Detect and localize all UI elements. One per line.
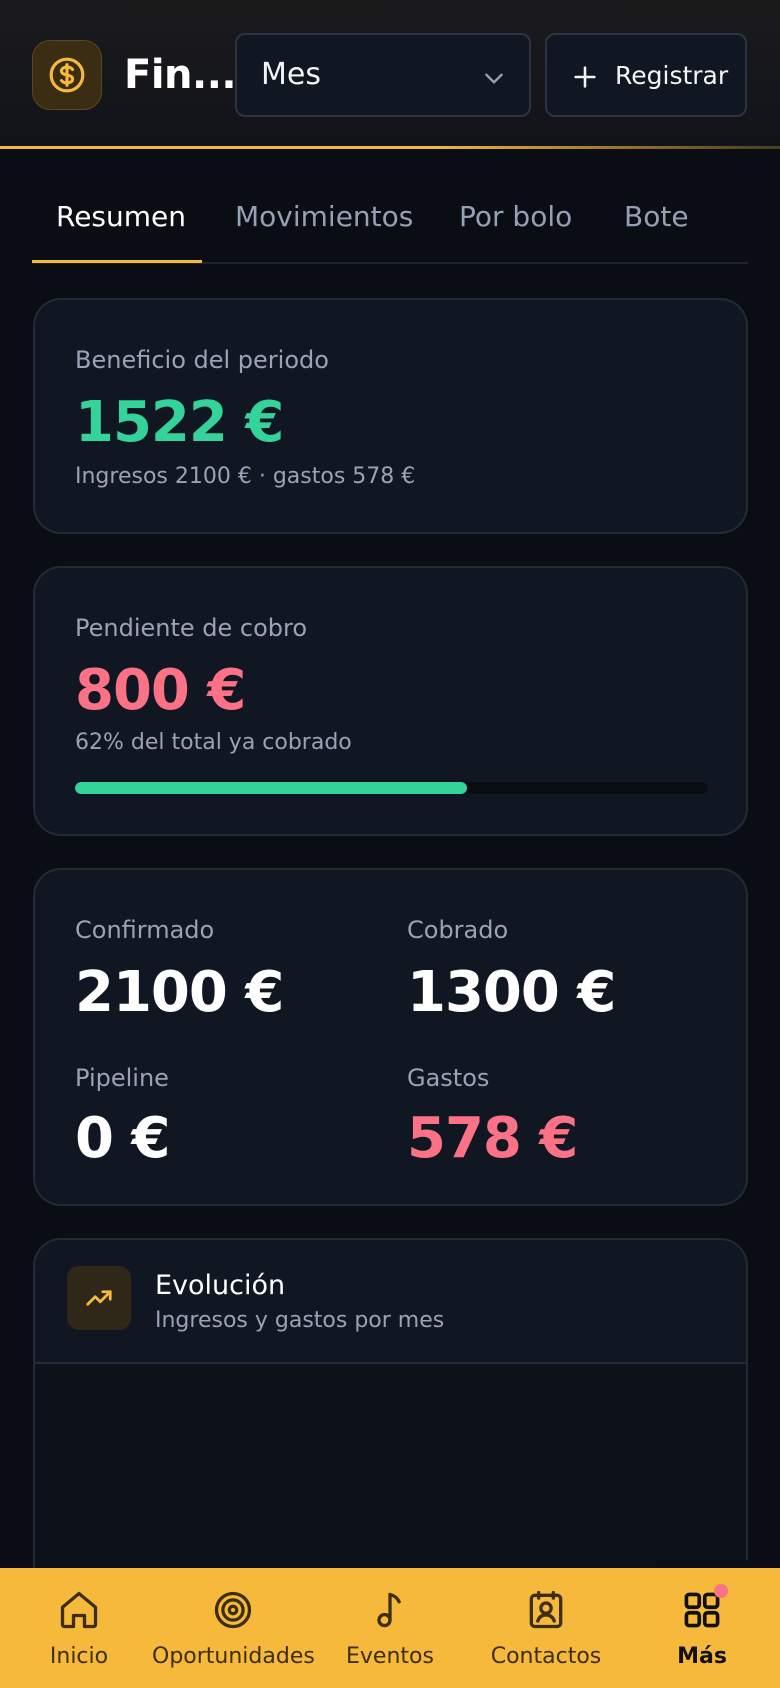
- tab-bar: Resumen Movimientos Por bolo Bote: [32, 180, 748, 264]
- stats-card: Confirmado 2100 € Cobrado 1300 € Pipelin…: [33, 868, 748, 1206]
- nav-item-oportunidades[interactable]: Oportunidades: [152, 1588, 315, 1669]
- expenses-value: 578 €: [407, 1106, 578, 1171]
- page-title: Fin...: [124, 52, 237, 98]
- collected-value: 1300 €: [407, 960, 616, 1025]
- chevron-down-icon: [481, 65, 507, 95]
- pending-label: Pendiente de cobro: [75, 614, 308, 642]
- logo: [32, 40, 102, 110]
- grid-icon: [664, 1588, 740, 1634]
- plus-icon: [571, 63, 599, 95]
- dollar-circle-icon: [49, 57, 85, 93]
- collected-progress-fill: [75, 782, 468, 794]
- target-icon: [152, 1588, 314, 1634]
- evolution-subtitle: Ingresos y gastos por mes: [155, 1308, 445, 1333]
- period-select-value: Mes: [261, 57, 321, 92]
- tab-resumen[interactable]: Resumen: [56, 200, 186, 233]
- trending-up-icon: [67, 1266, 131, 1330]
- collected-label: Cobrado: [407, 916, 509, 944]
- tab-bote[interactable]: Bote: [624, 200, 689, 233]
- nav-label-oportunidades: Oportunidades: [152, 1644, 315, 1669]
- confirmed-label: Confirmado: [75, 916, 215, 944]
- pending-detail: 62% del total ya cobrado: [75, 730, 352, 755]
- expenses-label: Gastos: [407, 1064, 490, 1092]
- profit-label: Beneficio del periodo: [75, 346, 329, 374]
- nav-label-contactos: Contactos: [490, 1644, 602, 1669]
- pending-card: Pendiente de cobro 800 € 62% del total y…: [33, 566, 748, 836]
- register-button[interactable]: Registrar: [545, 33, 747, 117]
- evolution-title: Evolución: [155, 1270, 286, 1301]
- app-header: Fin... Mes Registrar: [0, 0, 780, 148]
- nav-label-eventos: Eventos: [346, 1644, 434, 1669]
- bottom-nav: Inicio Oportunidades Eventos Contactos M…: [0, 1568, 780, 1688]
- nav-label-mas: Más: [677, 1644, 727, 1669]
- period-select[interactable]: Mes: [235, 33, 531, 117]
- nav-item-mas[interactable]: Más: [664, 1588, 740, 1669]
- tab-movimientos[interactable]: Movimientos: [235, 200, 413, 233]
- music-note-icon: [342, 1588, 438, 1634]
- nav-label-inicio: Inicio: [49, 1644, 109, 1669]
- collected-progress-bar: [75, 782, 708, 794]
- active-tab-indicator: [32, 260, 202, 263]
- nav-item-contactos[interactable]: Contactos: [486, 1588, 606, 1669]
- header-accent-line: [0, 146, 780, 149]
- pending-value: 800 €: [75, 658, 246, 723]
- confirmed-value: 2100 €: [75, 960, 284, 1025]
- home-icon: [34, 1588, 124, 1634]
- notification-dot: [714, 1584, 728, 1598]
- contact-card-icon: [486, 1588, 606, 1634]
- nav-item-eventos[interactable]: Eventos: [342, 1588, 438, 1669]
- nav-item-inicio[interactable]: Inicio: [34, 1588, 124, 1669]
- tab-por-bolo[interactable]: Por bolo: [459, 200, 572, 233]
- profit-value: 1522 €: [75, 390, 284, 455]
- pipeline-value: 0 €: [75, 1106, 170, 1171]
- profit-detail: Ingresos 2100 € · gastos 578 €: [75, 464, 416, 489]
- pipeline-label: Pipeline: [75, 1064, 169, 1092]
- profit-card: Beneficio del periodo 1522 € Ingresos 21…: [33, 298, 748, 534]
- register-button-label: Registrar: [615, 61, 729, 90]
